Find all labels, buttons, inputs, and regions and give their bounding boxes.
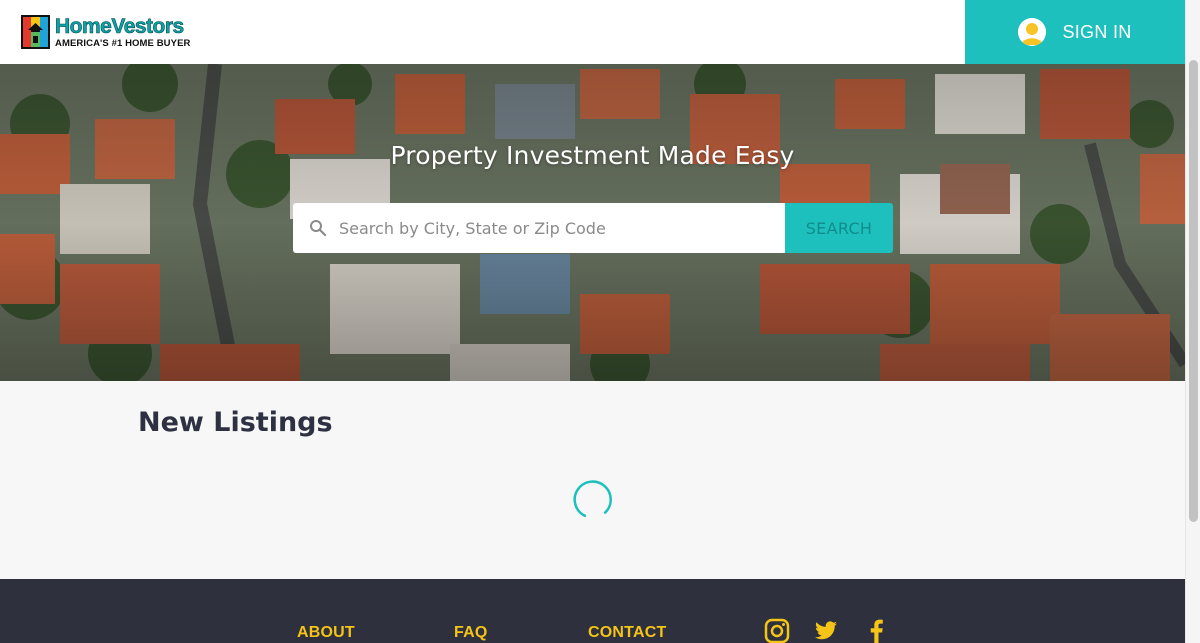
footer-link-about[interactable]: ABOUT bbox=[297, 624, 355, 642]
search-box[interactable] bbox=[293, 203, 785, 253]
search-button[interactable]: SEARCH bbox=[785, 203, 893, 253]
instagram-icon[interactable] bbox=[764, 618, 790, 643]
sign-in-button[interactable]: SIGN IN bbox=[965, 0, 1185, 64]
logo-name: HomeVestors bbox=[55, 14, 185, 38]
homevestors-logo[interactable]: HomeVestors AMERICA'S #1 HOME BUYER bbox=[20, 14, 190, 50]
scrollbar-thumb[interactable] bbox=[1189, 60, 1198, 522]
logo-tagline: AMERICA'S #1 HOME BUYER bbox=[55, 37, 191, 49]
search-bar: SEARCH bbox=[293, 203, 893, 253]
site-footer: ABOUT FAQ CONTACT bbox=[0, 579, 1185, 643]
new-listings-heading: New Listings bbox=[138, 407, 333, 438]
hero-banner: Property Investment Made Easy SEARCH bbox=[0, 64, 1185, 381]
hero-title: Property Investment Made Easy bbox=[390, 141, 795, 170]
facebook-icon[interactable] bbox=[864, 618, 890, 643]
loading-spinner-icon bbox=[572, 479, 613, 520]
twitter-icon[interactable] bbox=[813, 618, 839, 643]
footer-link-contact[interactable]: CONTACT bbox=[588, 624, 666, 642]
logo-house-icon bbox=[20, 14, 51, 50]
site-header: HomeVestors AMERICA'S #1 HOME BUYER SIGN… bbox=[0, 0, 1185, 64]
search-input[interactable] bbox=[339, 218, 769, 238]
sign-in-label: SIGN IN bbox=[1062, 21, 1132, 42]
search-icon bbox=[309, 219, 327, 237]
page-scrollbar[interactable] bbox=[1185, 0, 1200, 643]
user-avatar-icon bbox=[1018, 18, 1047, 46]
footer-link-faq[interactable]: FAQ bbox=[454, 624, 488, 642]
